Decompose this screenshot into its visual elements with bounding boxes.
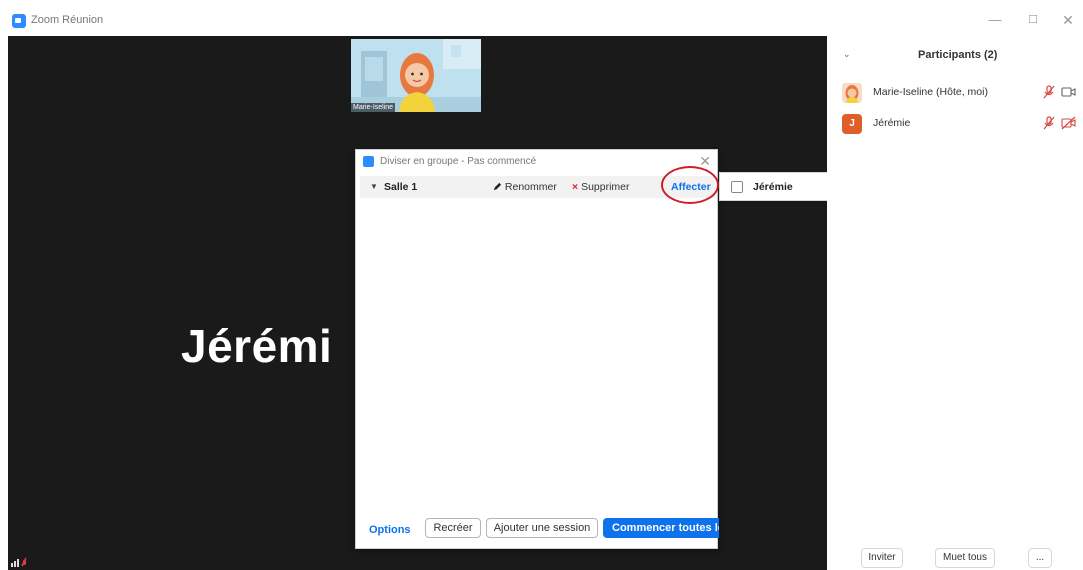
collapse-arrow-icon[interactable]: ▼ [370, 182, 378, 191]
recreate-button[interactable]: Recréer [425, 518, 481, 538]
delete-label: Supprimer [581, 181, 630, 193]
dialog-footer: Options Recréer Ajouter une session Comm… [356, 514, 719, 548]
pencil-icon [493, 182, 502, 191]
participant-name: Marie-Iseline (Hôte, moi) [873, 86, 988, 98]
breakout-rooms-dialog: Diviser en groupe - Pas commencé ✕ ▼ Sal… [355, 149, 719, 549]
video-camera-icon[interactable] [1061, 85, 1077, 99]
delete-room-button[interactable]: × Supprimer [572, 181, 630, 193]
room-name: Salle 1 [384, 181, 418, 193]
maximize-button[interactable]: ☐ [1024, 12, 1042, 28]
options-link[interactable]: Options [369, 524, 411, 536]
invite-button[interactable]: Inviter [861, 548, 903, 568]
add-session-button[interactable]: Ajouter une session [486, 518, 598, 538]
close-window-button[interactable]: ✕ [1059, 12, 1077, 28]
muted-mic-icon[interactable] [1042, 85, 1056, 99]
muted-mic-icon[interactable] [1042, 116, 1056, 130]
mute-all-button[interactable]: Muet tous [935, 548, 995, 568]
minimize-button[interactable]: — [986, 12, 1004, 28]
zoom-meeting-window: Zoom Réunion — ☐ ✕ Marie-Iseline Jérémi … [0, 0, 1083, 570]
avatar-image [842, 83, 862, 103]
highlight-circle-annotation [661, 166, 719, 204]
participant-row[interactable]: J Jérémie [842, 112, 1076, 136]
video-off-icon[interactable] [1061, 116, 1077, 130]
participant-checkbox-label[interactable]: Jérémie [753, 181, 793, 193]
avatar-illustration [351, 39, 481, 112]
participants-panel: ⌄ Participants (2) Marie-Iseline (Hôte, … [827, 36, 1083, 570]
zoom-app-icon [12, 14, 26, 28]
rename-room-button[interactable]: Renommer [493, 181, 557, 193]
avatar [842, 83, 862, 103]
active-speaker-name: Jérémi [181, 320, 333, 372]
dialog-title: Diviser en groupe - Pas commencé [380, 156, 537, 167]
participant-row[interactable]: Marie-Iseline (Hôte, moi) [842, 81, 1076, 105]
delete-x-icon: × [572, 181, 579, 193]
participants-title: Participants (2) [918, 49, 998, 61]
self-video-thumbnail[interactable]: Marie-Iseline [351, 39, 481, 112]
signal-strength-icon [11, 557, 27, 567]
rename-label: Renommer [504, 181, 557, 193]
window-title: Zoom Réunion [31, 14, 104, 26]
start-all-sessions-button[interactable]: Commencer toutes les sessions [603, 518, 719, 538]
participant-controls [1042, 116, 1078, 132]
assign-participant-popup: Jérémie [719, 172, 830, 201]
participant-checkbox[interactable] [731, 181, 743, 193]
more-options-button[interactable]: ... [1028, 548, 1052, 568]
participants-footer: Inviter Muet tous ... [827, 548, 1083, 570]
avatar: J [842, 114, 862, 134]
zoom-dialog-icon [363, 156, 374, 167]
thumbnail-name-label: Marie-Iseline [351, 103, 396, 112]
participant-controls [1042, 85, 1078, 101]
dialog-header: Diviser en groupe - Pas commencé ✕ [356, 150, 717, 174]
participant-name: Jérémie [873, 117, 911, 129]
collapse-panel-chevron-icon[interactable]: ⌄ [843, 49, 851, 60]
title-bar: Zoom Réunion — ☐ ✕ [0, 0, 1083, 36]
